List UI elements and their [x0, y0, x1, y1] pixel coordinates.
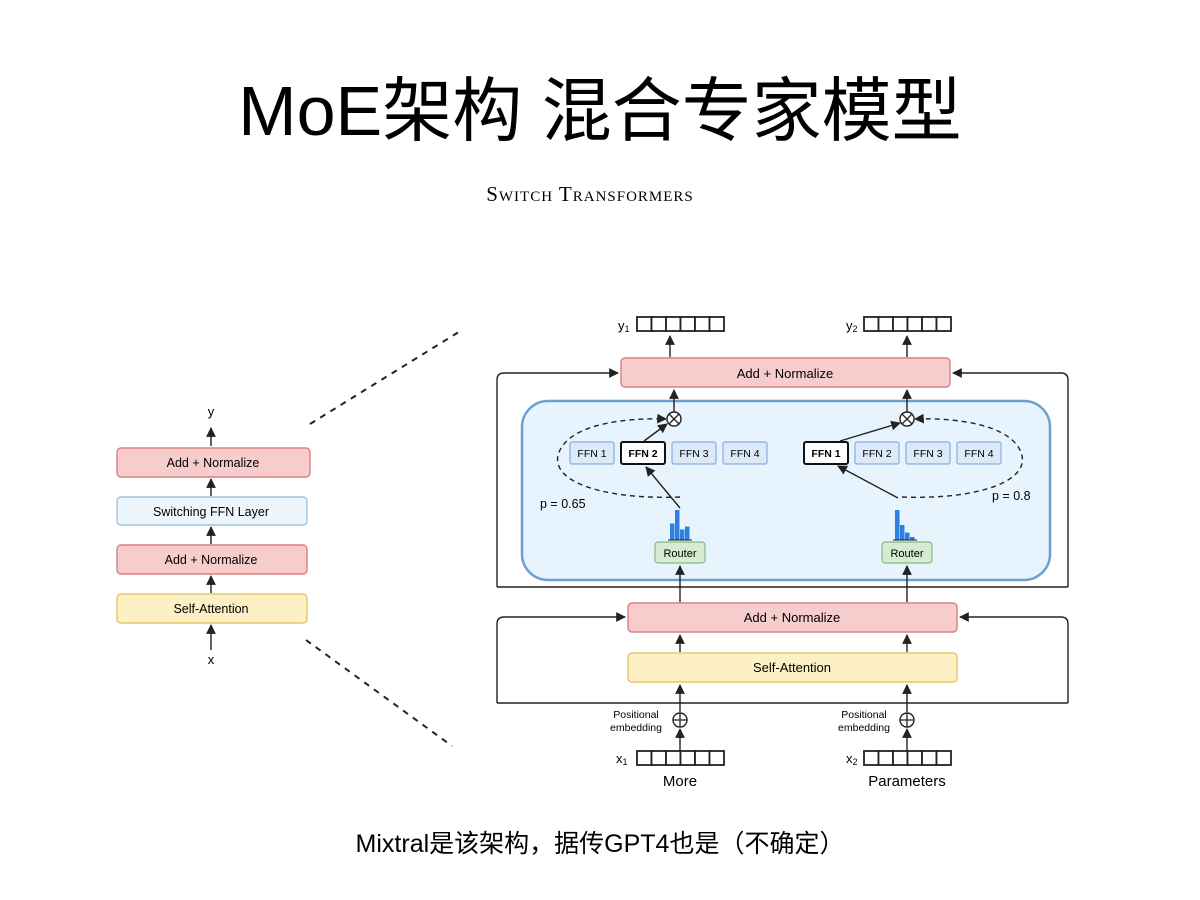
left-add-normalize-bottom-label: Add + Normalize: [165, 553, 258, 567]
vector-cell: [863, 316, 880, 332]
vector-cell: [636, 316, 653, 332]
left-transformer-block: y Add + Normalize Switching FFN Layer Ad…: [116, 404, 311, 667]
add-normalize-mid-label: Add + Normalize: [744, 610, 840, 625]
left-x-label: x: [208, 652, 215, 667]
switching-ffn-panel: [520, 399, 1052, 582]
zoom-line-top: [309, 329, 463, 425]
input-1-symbol: x1: [616, 751, 628, 767]
vector-cell: [694, 750, 711, 766]
router-prob-bar: [895, 510, 900, 540]
output-1-symbol: y1: [618, 318, 630, 334]
gate-prob-1: p = 0.65: [540, 497, 586, 511]
router-prob-bar: [905, 532, 910, 540]
left-self-attention-label: Self-Attention: [173, 602, 248, 616]
input-vector-1: [636, 750, 725, 766]
vector-cell: [877, 316, 894, 332]
left-switching-ffn-label: Switching FFN Layer: [153, 505, 269, 519]
router-label-2: Router: [890, 548, 923, 560]
vector-cell: [636, 750, 653, 766]
gate-prob-2: p = 0.8: [992, 489, 1031, 503]
vector-cell: [906, 750, 923, 766]
vector-cell: [665, 750, 682, 766]
output-vector-1: [636, 316, 725, 332]
expert-label-2: FFN 2: [628, 448, 657, 460]
vector-cell: [921, 316, 938, 332]
router-prob-bar: [680, 529, 685, 540]
vector-cell: [708, 316, 725, 332]
positional-embedding-label-2b: embedding: [838, 722, 890, 734]
vector-cell: [708, 750, 725, 766]
positional-embedding-label-1a: Positional: [613, 709, 659, 721]
expert-label-3: FFN 3: [913, 448, 942, 460]
input-word-1: More: [663, 773, 697, 790]
add-normalize-top-label: Add + Normalize: [737, 366, 833, 381]
expert-label-4: FFN 4: [730, 448, 759, 460]
router-prob-bar: [900, 525, 905, 540]
expert-label-3: FFN 3: [679, 448, 708, 460]
positional-embedding-label-1b: embedding: [610, 722, 662, 734]
vector-cell: [906, 316, 923, 332]
positional-embedding-label-2a: Positional: [841, 709, 887, 721]
left-add-normalize-top-label: Add + Normalize: [167, 456, 260, 470]
switch-transformer-diagram: y Add + Normalize Switching FFN Layer Ad…: [116, 316, 1069, 790]
expert-label-1: FFN 1: [811, 448, 840, 460]
output-vector-2: [863, 316, 952, 332]
router-prob-bar: [670, 523, 675, 540]
vector-cell: [892, 316, 909, 332]
vector-cell: [665, 316, 682, 332]
residual-line-bottom-left: [496, 612, 626, 703]
vector-cell: [694, 316, 711, 332]
input-2-symbol: x2: [846, 751, 858, 767]
vector-cell: [935, 750, 952, 766]
vector-cell: [679, 316, 696, 332]
router-prob-bar: [685, 526, 690, 540]
vector-cell: [892, 750, 909, 766]
zoom-line-bottom: [305, 639, 453, 747]
vector-cell: [863, 750, 880, 766]
right-switch-block: y1 y2 Add + Normalize FFN 1 FFN 2 FFN 3 FFN…: [496, 316, 1069, 790]
vector-cell: [921, 750, 938, 766]
self-attention-label: Self-Attention: [753, 660, 831, 675]
residual-line-bottom-right: [959, 612, 1069, 703]
expert-label-4: FFN 4: [964, 448, 993, 460]
router-prob-bar: [675, 510, 680, 540]
input-vector-2: [863, 750, 952, 766]
vector-cell: [877, 750, 894, 766]
bottom-caption: Mixtral是该架构，据传GPT4也是（不确定）: [355, 830, 845, 858]
input-word-2: Parameters: [868, 773, 946, 790]
vector-cell: [935, 316, 952, 332]
vector-cell: [650, 750, 667, 766]
expert-label-2: FFN 2: [862, 448, 891, 460]
left-y-label: y: [208, 404, 215, 419]
vector-cell: [650, 316, 667, 332]
expert-label-1: FFN 1: [577, 448, 606, 460]
router-label-1: Router: [663, 548, 696, 560]
output-2-symbol: y2: [846, 318, 858, 334]
vector-cell: [679, 750, 696, 766]
